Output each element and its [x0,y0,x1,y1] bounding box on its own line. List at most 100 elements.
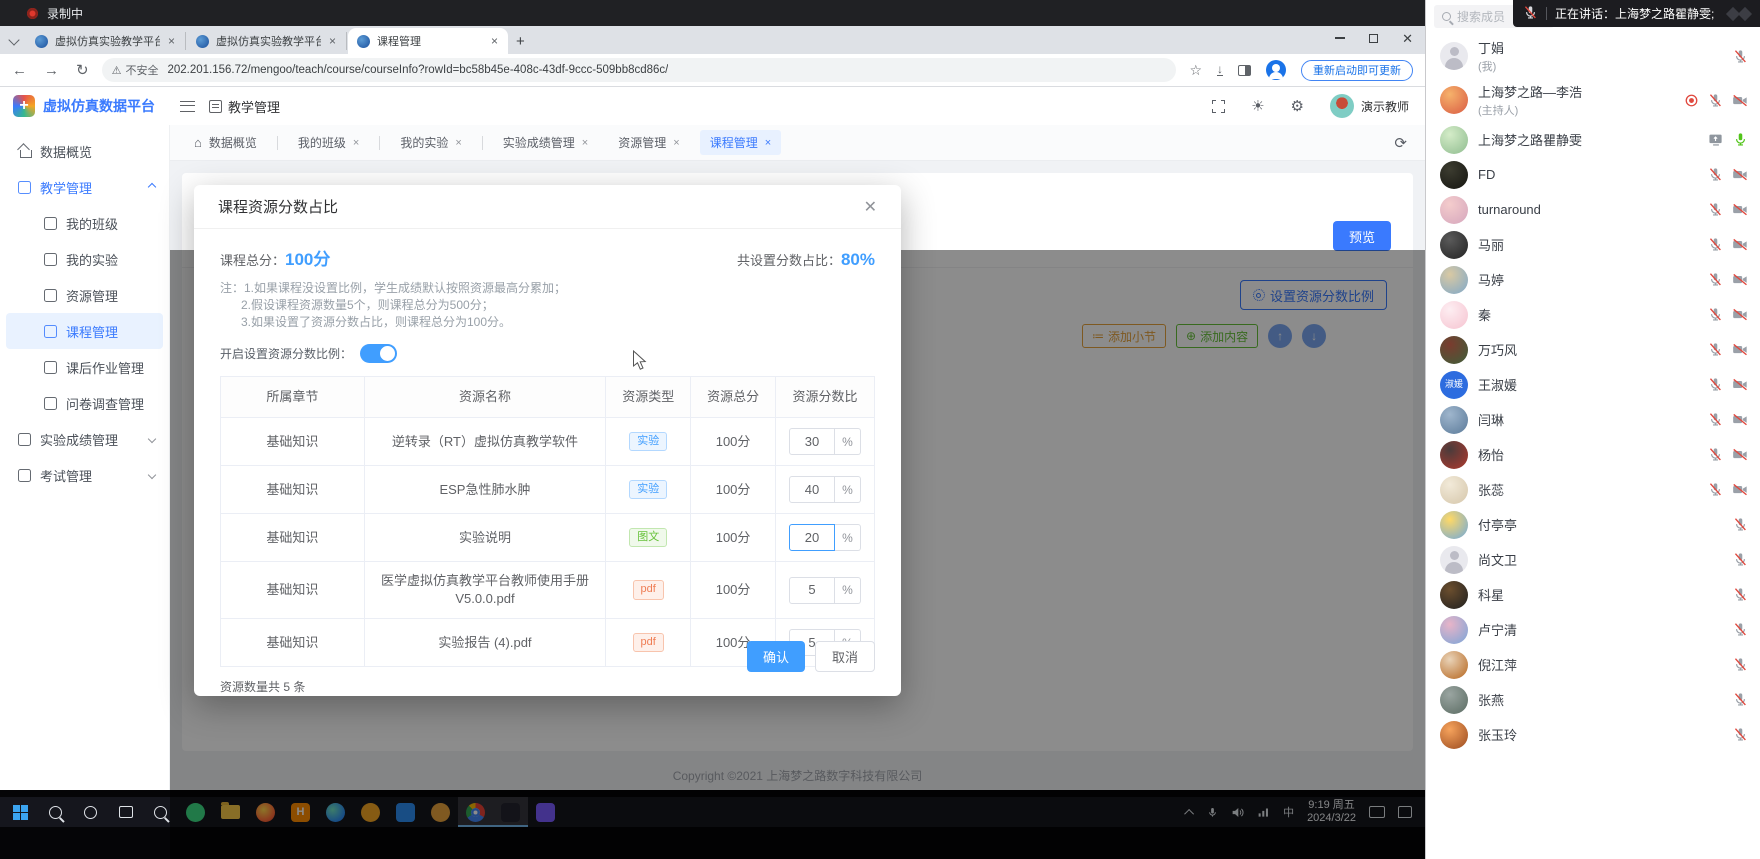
screen-share-icon[interactable] [1708,132,1724,147]
participant-row[interactable]: 秦 [1426,297,1760,332]
omnibox[interactable]: ⚠ 不安全 202.201.156.72/mengoo/teach/course… [102,58,1177,82]
modal-close-icon[interactable]: ✕ [864,197,877,217]
mic-muted-icon[interactable] [1733,657,1748,672]
chip-close-icon[interactable]: × [765,137,771,149]
mic-muted-icon[interactable] [1733,552,1748,567]
mic-muted-icon[interactable] [1708,412,1723,427]
ratio-value-input[interactable]: 40 [789,476,835,503]
browser-tab-2[interactable]: 课程管理× [348,28,508,54]
cam-off-icon[interactable] [1732,482,1748,497]
participant-row[interactable]: 张蕊 [1426,472,1760,507]
collapse-sidebar-icon[interactable] [180,101,195,112]
mic-muted-icon[interactable] [1708,377,1723,392]
sidebar-item-问卷调查管理[interactable]: 问卷调查管理 [0,385,169,421]
nav-chip-资源管理[interactable]: 资源管理× [608,130,689,155]
taskbar-task-view-icon[interactable] [108,797,143,827]
nav-chip-实验成绩管理[interactable]: 实验成绩管理× [493,130,598,155]
sidebar-item-我的实验[interactable]: 我的实验 [0,241,169,277]
header-nav[interactable]: 教学管理 [209,97,280,116]
participant-row[interactable]: 万巧风 [1426,332,1760,367]
sidebar-item-数据概览[interactable]: 数据概览 [0,133,169,169]
url-text[interactable]: 202.201.156.72/mengoo/teach/course/cours… [167,64,668,76]
mic-muted-icon[interactable] [1733,49,1748,64]
mic-muted-icon[interactable] [1733,622,1748,637]
taskbar-search-icon[interactable] [38,797,73,827]
mic-muted-icon[interactable] [1708,307,1723,322]
cam-off-icon[interactable] [1732,342,1748,357]
fullscreen-icon[interactable] [1212,100,1225,113]
participant-row[interactable]: 马婷 [1426,262,1760,297]
sidebar-item-实验成绩管理[interactable]: 实验成绩管理 [0,421,169,457]
participant-row[interactable]: 闫琳 [1426,402,1760,437]
sidebar-item-课后作业管理[interactable]: 课后作业管理 [0,349,169,385]
record-icon[interactable] [1684,93,1699,108]
sidebar-item-资源管理[interactable]: 资源管理 [0,277,169,313]
settings-gear-icon[interactable]: ⚙ [1291,97,1304,115]
participant-row[interactable]: 上海梦之路瞿静雯 [1426,122,1760,157]
sidebar-item-我的班级[interactable]: 我的班级 [0,205,169,241]
participant-row[interactable]: 丁娟(我) [1426,34,1760,78]
participant-row[interactable]: 淑媛王淑媛 [1426,367,1760,402]
profile-avatar[interactable] [1266,60,1286,80]
theme-icon[interactable]: ☀ [1251,97,1264,115]
participant-row[interactable]: 科星 [1426,577,1760,612]
participant-row[interactable]: 张玉玲 [1426,717,1760,752]
mic-muted-icon[interactable] [1733,727,1748,742]
chrome-update-button[interactable]: 重新启动即可更新 [1301,60,1413,81]
ratio-value-input[interactable]: 20 [789,524,835,551]
app-logo[interactable]: 虚拟仿真数据平台 [0,95,170,117]
back-icon[interactable]: ← [12,62,27,79]
browser-tab-1[interactable]: 虚拟仿真实验教学平台× [187,32,347,50]
maximize-button[interactable] [1369,34,1378,43]
ratio-input[interactable]: 40% [789,476,861,503]
mic-muted-icon[interactable] [1708,447,1723,462]
participant-row[interactable]: 卢宁清 [1426,612,1760,647]
participant-row[interactable]: 付亭亭 [1426,507,1760,542]
user-menu[interactable]: 演示教师 [1330,94,1409,118]
tab-close-icon[interactable]: × [328,34,337,48]
browser-tab-0[interactable]: 虚拟仿真实验教学平台× [26,32,186,50]
cam-off-icon[interactable] [1732,377,1748,392]
sidebar-item-教学管理[interactable]: 教学管理 [0,169,169,205]
chip-close-icon[interactable]: × [455,137,461,149]
tab-close-icon[interactable]: × [490,34,499,48]
download-icon[interactable]: ↓ [1217,64,1223,76]
mic-muted-icon[interactable] [1708,93,1723,108]
cam-off-icon[interactable] [1732,447,1748,462]
participant-row[interactable]: 倪江萍 [1426,647,1760,682]
participant-row[interactable]: 杨怡 [1426,437,1760,472]
ratio-input[interactable]: 30% [789,428,861,455]
ratio-toggle-switch[interactable] [360,344,397,363]
mic-muted-icon[interactable] [1733,587,1748,602]
bookmark-star-icon[interactable]: ☆ [1189,62,1202,79]
side-panel-icon[interactable] [1238,65,1251,76]
mic-muted-icon[interactable] [1708,202,1723,217]
ratio-input[interactable]: 20% [789,524,861,551]
mic-muted-icon[interactable] [1733,517,1748,532]
confirm-button[interactable]: 确认 [747,641,805,672]
mic-muted-icon[interactable] [1708,342,1723,357]
close-button[interactable]: ✕ [1402,32,1413,45]
taskbar-start-icon[interactable] [3,797,38,827]
nav-chip-我的实验[interactable]: 我的实验× [390,130,471,155]
participant-row[interactable]: 上海梦之路—李浩(主持人) [1426,78,1760,122]
mic-muted-icon[interactable] [1708,272,1723,287]
cam-off-icon[interactable] [1732,202,1748,217]
taskbar-cortana-icon[interactable] [73,797,108,827]
minimize-button[interactable] [1335,37,1345,39]
cam-off-icon[interactable] [1732,93,1748,108]
sidebar-item-考试管理[interactable]: 考试管理 [0,457,169,493]
chip-close-icon[interactable]: × [582,137,588,149]
cam-off-icon[interactable] [1732,237,1748,252]
nav-chip-数据概览[interactable]: ⌂数据概览 [184,130,267,155]
tab-close-icon[interactable]: × [167,34,176,48]
preview-button[interactable]: 预览 [1333,221,1391,251]
cam-off-icon[interactable] [1732,412,1748,427]
cancel-button[interactable]: 取消 [815,641,875,672]
cam-off-icon[interactable] [1732,167,1748,182]
participant-row[interactable]: 马丽 [1426,227,1760,262]
mic-muted-icon[interactable] [1708,237,1723,252]
tab-search-chevron-icon[interactable] [8,34,19,45]
mic-muted-icon[interactable] [1708,482,1723,497]
chip-close-icon[interactable]: × [673,137,679,149]
